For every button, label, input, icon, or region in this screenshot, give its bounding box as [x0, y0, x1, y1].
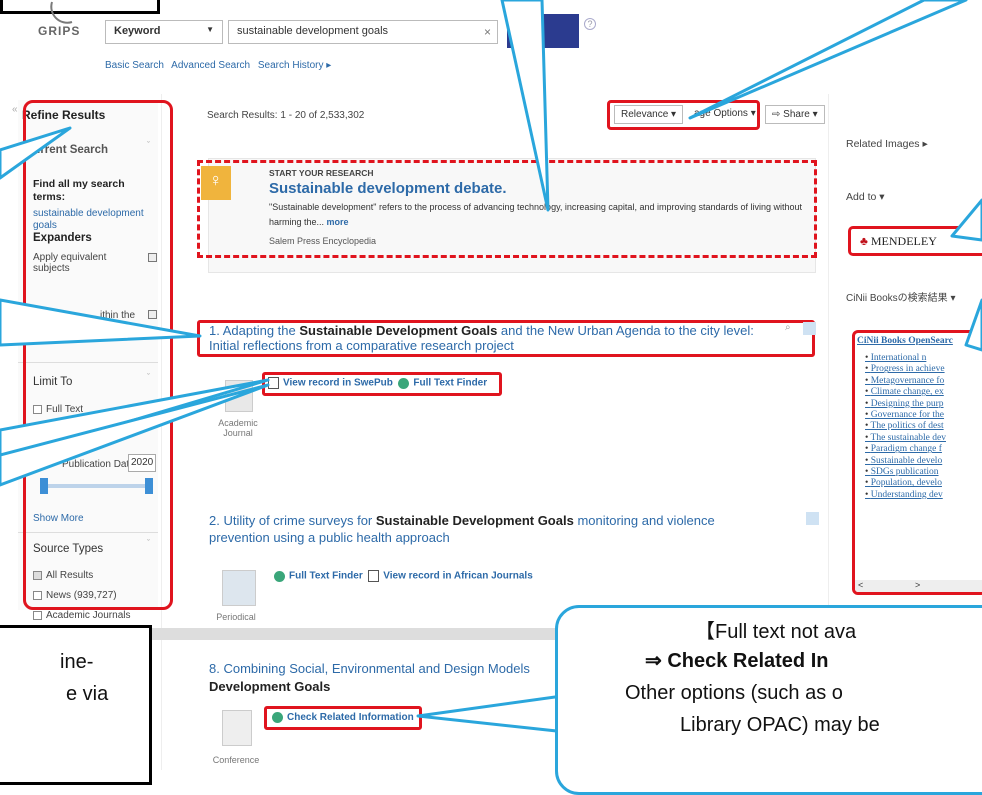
cinii-item[interactable]: Population, develo — [865, 478, 982, 489]
callout-bl-line-1: ine- — [60, 651, 94, 673]
result-1-type: Academic Journal — [218, 418, 258, 438]
highlight-result-1-links — [262, 372, 502, 396]
callout-line-1: 【Full text not ava — [695, 621, 857, 643]
logo-text: GRIPS — [38, 24, 81, 38]
search-button[interactable] — [507, 14, 579, 48]
document-icon — [368, 570, 380, 582]
title-bold: Development Goals — [209, 679, 331, 694]
highlight-research-dash — [197, 160, 817, 258]
scroll-right-icon[interactable]: > — [915, 580, 920, 590]
periodical-icon — [222, 570, 256, 606]
cinii-item[interactable]: International n — [865, 353, 982, 364]
cinii-item[interactable]: Understanding dev — [865, 490, 982, 501]
share-button[interactable]: ⇨ Share ▾ — [765, 105, 825, 124]
cinii-item[interactable]: Climate change, ex — [865, 387, 982, 398]
academic-journal-icon — [225, 380, 253, 412]
cinii-header[interactable]: CiNii Books OpenSearc — [855, 333, 982, 349]
chevron-down-icon: ▼ — [206, 25, 214, 34]
search-links: Basic Search Advanced Search Search Hist… — [105, 60, 336, 71]
related-images-link[interactable]: Related Images ▸ — [846, 138, 928, 150]
african-journals-link[interactable]: View record in African Journals — [383, 571, 533, 582]
results-count: Search Results: 1 - 20 of 2,533,302 — [207, 110, 365, 121]
cinii-item[interactable]: Governance for the — [865, 410, 982, 421]
preview-icon[interactable]: ⌕ — [785, 322, 791, 333]
highlight-sort-options — [607, 100, 760, 130]
search-query: sustainable development goals — [237, 25, 389, 37]
source-academic[interactable]: Academic Journals — [33, 610, 130, 621]
callout-line-3: Other options (such as o — [625, 682, 843, 704]
search-field-select[interactable]: Keyword ▼ — [105, 20, 223, 44]
cinii-item[interactable]: Sustainable develo — [865, 456, 982, 467]
highlight-sidebar — [23, 100, 173, 610]
highlight-mendeley — [848, 226, 982, 256]
share-label: Share ▾ — [783, 109, 818, 120]
folder-icon[interactable] — [803, 322, 816, 335]
cinii-panel: CiNii Books OpenSearc International nPro… — [852, 330, 982, 595]
callout-bl-line-2: e via — [66, 683, 109, 705]
title-part: 2. Utility of crime surveys for — [209, 513, 376, 528]
cinii-item[interactable]: SDGs publication — [865, 467, 982, 478]
advanced-search-link[interactable]: Advanced Search — [171, 60, 250, 71]
highlight-result-1 — [197, 320, 815, 357]
cinii-item[interactable]: The politics of dest — [865, 421, 982, 432]
checkbox[interactable] — [33, 610, 42, 620]
cinii-item[interactable]: Metagovernance fo — [865, 376, 982, 387]
result-2-title[interactable]: 2. Utility of crime surveys for Sustaina… — [209, 512, 769, 546]
source-label: Academic Journals — [46, 610, 131, 621]
collapse-icon[interactable]: « — [12, 104, 18, 115]
help-icon[interactable]: ? — [584, 18, 596, 30]
cinii-list: International nProgress in achieveMetago… — [855, 349, 982, 501]
folder-icon[interactable] — [806, 512, 819, 525]
full-text-finder-link[interactable]: Full Text Finder — [289, 571, 363, 582]
result-2-type: Periodical — [216, 612, 256, 622]
result-8-type: Conference — [212, 755, 260, 765]
cinii-dropdown[interactable]: CiNii Booksの検索結果 ▾ — [846, 292, 956, 305]
scroll-left-icon[interactable]: < — [858, 580, 863, 590]
clear-icon[interactable]: × — [484, 25, 491, 39]
search-history-link[interactable]: Search History ▸ — [258, 60, 331, 71]
search-input[interactable]: sustainable development goals × — [228, 20, 498, 44]
result-2-links: Full Text Finder View record in African … — [274, 570, 533, 582]
add-to-dropdown[interactable]: Add to ▾ — [846, 191, 885, 203]
title-bold: Sustainable Development Goals — [375, 513, 574, 528]
share-icon: ⇨ — [772, 109, 784, 120]
cinii-item[interactable]: Progress in achieve — [865, 364, 982, 375]
result-8-title[interactable]: 8. Combining Social, Environmental and D… — [209, 660, 559, 696]
cinii-item[interactable]: The sustainable dev — [865, 433, 982, 444]
horizontal-scrollbar[interactable]: < > — [855, 580, 982, 592]
callout-line-4: Library OPAC) may be — [680, 714, 880, 736]
full-text-finder-icon — [274, 570, 285, 582]
highlight-result-8-link — [264, 706, 422, 730]
basic-search-link[interactable]: Basic Search — [105, 60, 164, 71]
cinii-item[interactable]: Paradigm change f — [865, 444, 982, 455]
conference-icon — [222, 710, 252, 746]
title-part: 8. Combining Social, Environmental and D… — [209, 661, 530, 676]
callout-line-2: ⇒ Check Related In — [645, 650, 829, 672]
search-field-value: Keyword — [114, 25, 161, 37]
cinii-item[interactable]: Designing the purp — [865, 399, 982, 410]
